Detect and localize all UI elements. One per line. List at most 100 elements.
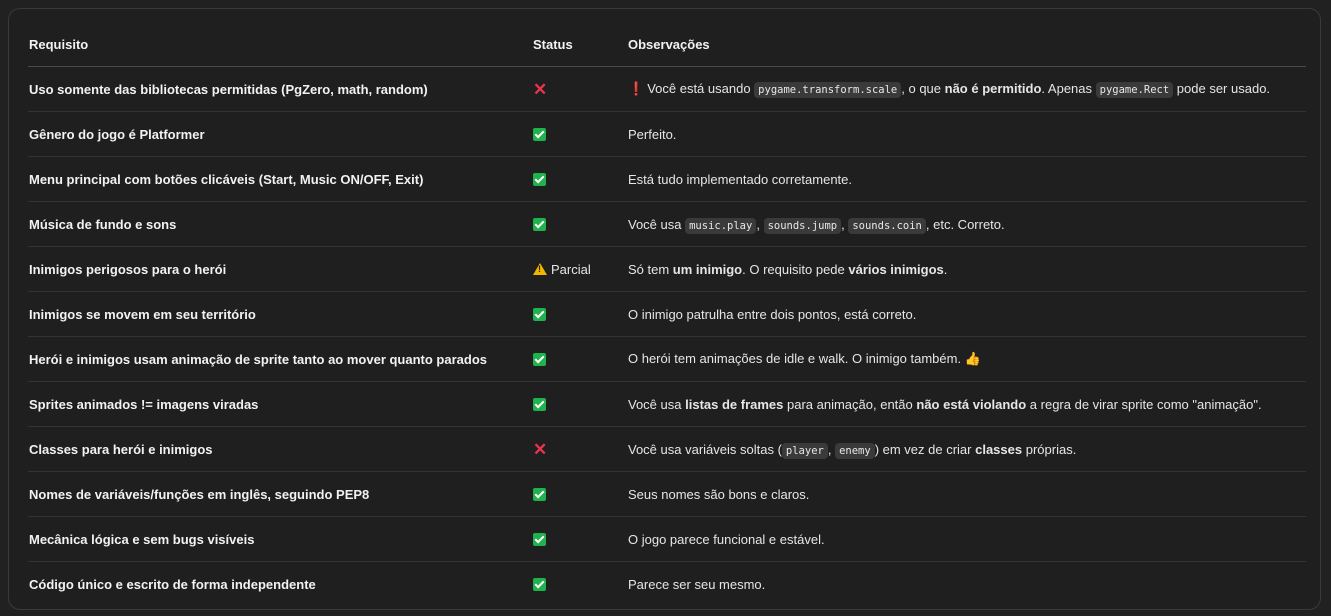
status-cell xyxy=(532,562,627,607)
requirement-cell: Nomes de variáveis/funções em inglês, se… xyxy=(28,471,532,517)
check-box-icon xyxy=(533,352,546,366)
cross-icon: ✕ xyxy=(533,439,548,459)
requirement-cell: Inimigos se movem em seu território xyxy=(28,291,532,337)
status-cell xyxy=(532,471,627,517)
table-row: Herói e inimigos usam animação de sprite… xyxy=(28,336,1306,382)
table-row: Menu principal com botões clicáveis (Sta… xyxy=(28,156,1306,202)
obs-bold: classes xyxy=(975,441,1023,457)
status-cell xyxy=(532,111,627,157)
obs-text: Você usa xyxy=(628,396,686,412)
header-requirement: Requisito xyxy=(28,23,532,67)
observation-cell: Só tem um inimigo. O requisito pede vári… xyxy=(627,246,1306,292)
status-cell xyxy=(532,381,627,427)
table-row: Classes para herói e inimigos ✕ Você usa… xyxy=(28,426,1306,472)
obs-text: O herói tem animações de idle e walk. O … xyxy=(628,351,965,366)
obs-bold: vários inimigos xyxy=(848,261,944,277)
obs-text: Você usa xyxy=(628,216,686,232)
requirement-cell: Código único e escrito de forma independ… xyxy=(29,576,316,592)
inline-code: sounds.coin xyxy=(848,217,926,234)
table-row: Mecânica lógica e sem bugs visíveis O jo… xyxy=(28,516,1306,562)
observation-cell: Perfeito. xyxy=(627,111,1306,157)
status-cell xyxy=(532,516,627,562)
check-box-icon xyxy=(533,172,546,186)
status-cell xyxy=(532,201,627,247)
observation-cell: Você usa music.play, sounds.jump, sounds… xyxy=(627,201,1306,247)
observation-cell: ❗ Você está usando pygame.transform.scale… xyxy=(627,66,1306,112)
obs-text: , xyxy=(827,441,836,457)
inline-code: player xyxy=(781,442,828,459)
inline-code: enemy xyxy=(835,442,875,459)
requirements-table-card: Requisito Status Observações Uso somente… xyxy=(8,8,1321,610)
requirement-cell: Mecânica lógica e sem bugs visíveis xyxy=(28,516,532,562)
check-box-icon xyxy=(533,217,546,231)
table-header-row: Requisito Status Observações xyxy=(28,23,1306,67)
exclamation-icon: ❗ xyxy=(628,81,645,96)
table-row: Sprites animados != imagens viradas Você… xyxy=(28,381,1306,427)
check-box-icon xyxy=(533,397,546,411)
requirement-cell: Classes para herói e inimigos xyxy=(28,426,532,472)
status-cell: Parcial xyxy=(532,246,627,292)
observation-cell: Você usa listas de frames para animação,… xyxy=(627,381,1306,427)
obs-text: a regra de virar sprite como "animação". xyxy=(1026,396,1262,412)
status-cell: ✕ xyxy=(532,66,627,112)
obs-bold: listas de frames xyxy=(685,396,784,412)
observation-cell: Seus nomes são bons e claros. xyxy=(627,471,1306,517)
table-row: Uso somente das bibliotecas permitidas (… xyxy=(28,66,1306,112)
obs-text: . O requisito pede xyxy=(742,261,849,277)
observation-cell: Você usa variáveis soltas (player, enemy… xyxy=(627,426,1306,472)
requirement-cell: Uso somente das bibliotecas permitidas (… xyxy=(28,66,532,112)
status-cell: ✕ xyxy=(532,426,627,472)
inline-code: music.play xyxy=(685,217,757,234)
obs-text: , o que xyxy=(901,81,945,96)
cross-icon: ✕ xyxy=(533,79,548,99)
check-box-icon xyxy=(533,577,546,591)
obs-text: Só tem xyxy=(628,261,673,277)
observation-cell: O jogo parece funcional e estável. xyxy=(627,516,1306,562)
observation-cell: Está tudo implementado corretamente. xyxy=(627,156,1306,202)
table-row: Gênero do jogo é Platformer Perfeito. xyxy=(28,111,1306,157)
requirement-cell: Menu principal com botões clicáveis (Sta… xyxy=(28,156,532,202)
obs-text: , xyxy=(756,216,764,232)
obs-text: . Apenas xyxy=(1041,81,1096,96)
obs-text: . xyxy=(943,261,948,277)
obs-bold: não está violando xyxy=(916,396,1027,412)
obs-bold: um inimigo xyxy=(672,261,743,277)
inline-code: pygame.transform.scale xyxy=(754,82,902,98)
header-observations: Observações xyxy=(627,23,1306,67)
check-box-icon xyxy=(533,127,546,141)
obs-text: ) em vez de criar xyxy=(874,441,976,457)
status-cell xyxy=(532,156,627,202)
obs-text: para animação, então xyxy=(783,396,917,412)
requirement-cell: Música de fundo e sons xyxy=(28,201,532,247)
status-cell xyxy=(532,336,627,382)
requirement-cell: Herói e inimigos usam animação de sprite… xyxy=(28,336,532,382)
requirement-cell: Sprites animados != imagens viradas xyxy=(28,381,532,427)
warning-icon xyxy=(533,262,547,275)
observation-cell: Parece ser seu mesmo. xyxy=(628,576,766,592)
header-status: Status xyxy=(532,23,627,67)
status-cell xyxy=(532,291,627,337)
obs-text: pode ser usado. xyxy=(1173,81,1271,96)
table-row: Inimigos se movem em seu território O in… xyxy=(28,291,1306,337)
inline-code: sounds.jump xyxy=(763,217,842,234)
check-box-icon xyxy=(533,307,546,321)
table-row: Nomes de variáveis/funções em inglês, se… xyxy=(28,471,1306,517)
obs-text: , etc. Correto. xyxy=(925,216,1005,232)
obs-text: Você usa variáveis soltas ( xyxy=(628,441,782,457)
table-row: Inimigos perigosos para o herói Parcial … xyxy=(28,246,1306,292)
inline-code: pygame.Rect xyxy=(1095,82,1174,98)
requirement-cell: Inimigos perigosos para o herói xyxy=(28,246,532,292)
status-label: Parcial xyxy=(551,261,591,277)
obs-text: Você está usando xyxy=(647,81,755,96)
requirements-table: Requisito Status Observações Uso somente… xyxy=(28,23,1306,606)
table-row: Código único e escrito de forma independ… xyxy=(28,562,1306,607)
check-box-icon xyxy=(533,532,546,546)
table-row: Música de fundo e sons Você usa music.pl… xyxy=(28,201,1306,247)
obs-bold: não é permitido xyxy=(944,81,1042,96)
observation-cell: O herói tem animações de idle e walk. O … xyxy=(627,336,1306,382)
check-box-icon xyxy=(533,487,546,501)
requirement-cell: Gênero do jogo é Platformer xyxy=(28,111,532,157)
thumbs-up-icon: 👍 xyxy=(964,351,981,366)
observation-cell: O inimigo patrulha entre dois pontos, es… xyxy=(627,291,1306,337)
obs-text: próprias. xyxy=(1022,441,1077,457)
